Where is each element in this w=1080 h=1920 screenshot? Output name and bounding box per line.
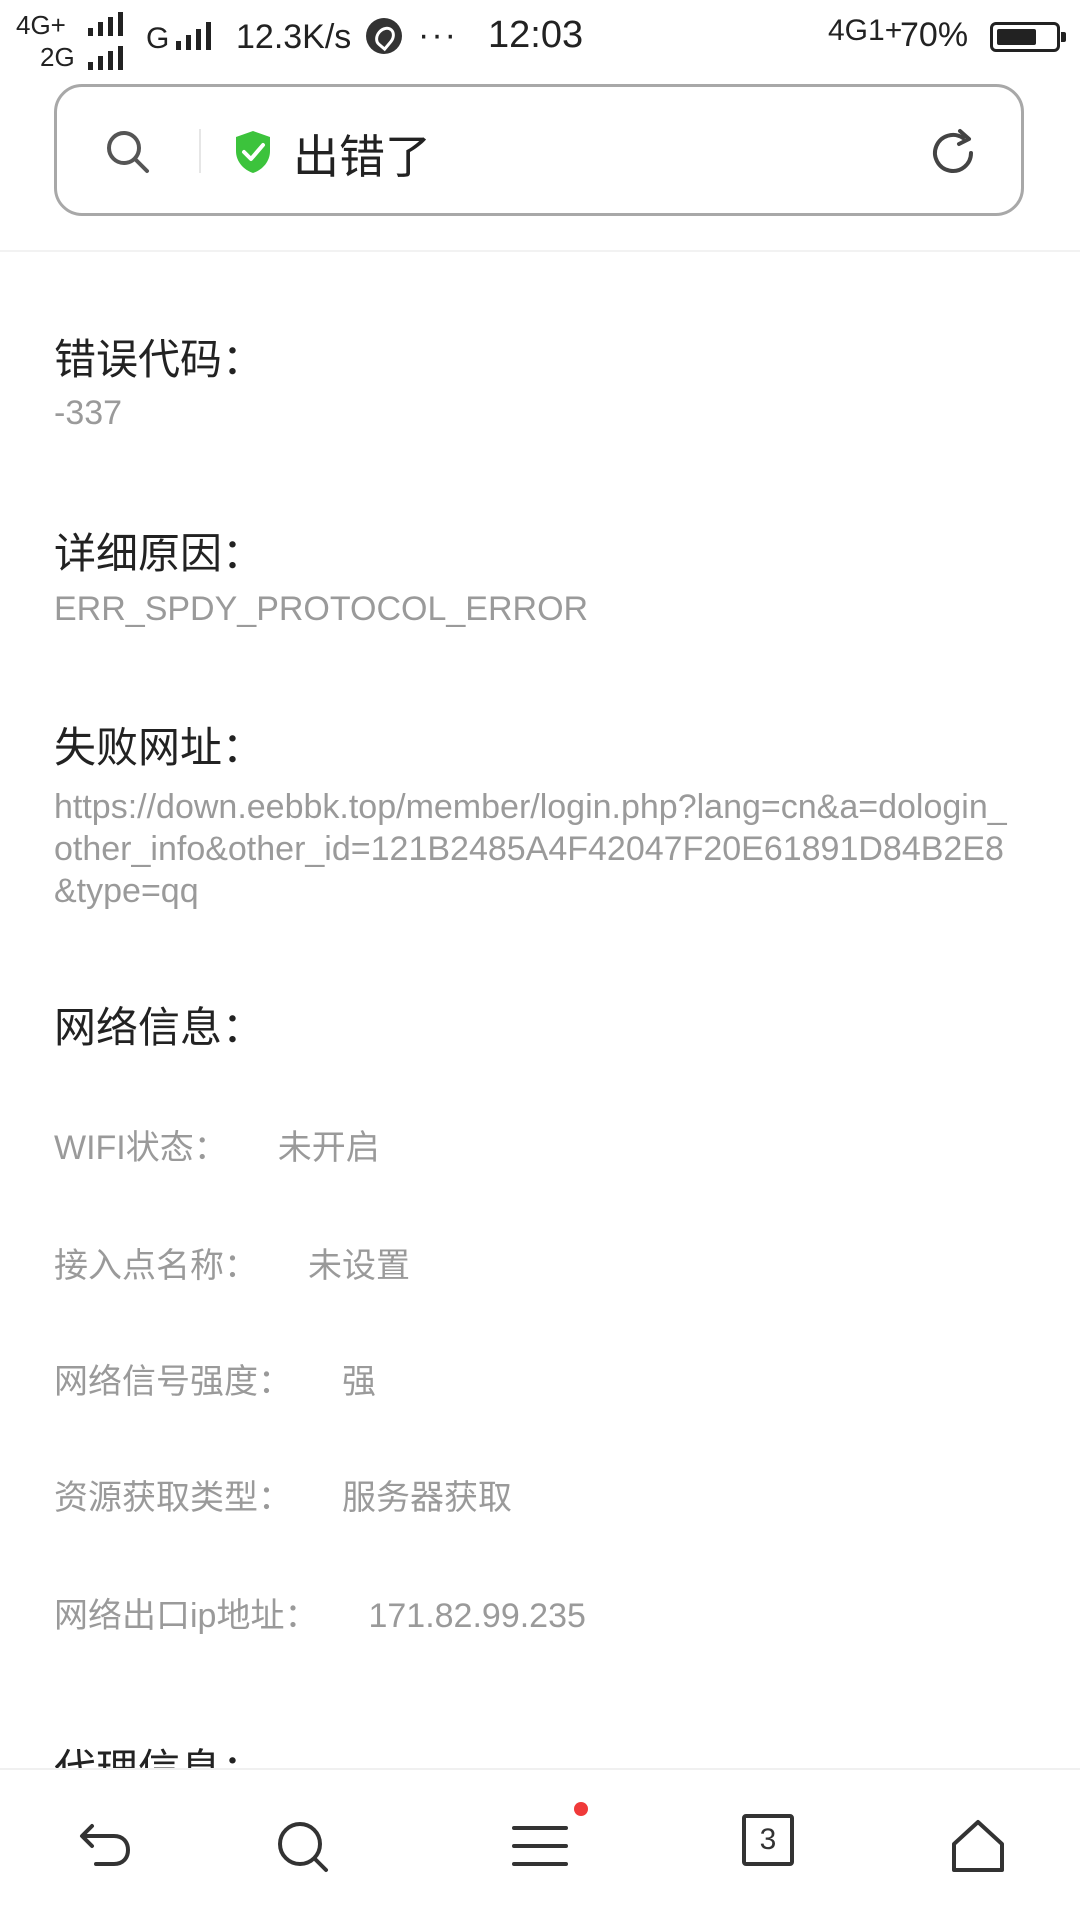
error-code-label: 错误代码： [54, 335, 265, 384]
network-info-row-value: 服务器获取 [342, 1479, 512, 1517]
battery-level [997, 29, 1036, 45]
network-info-row: 资源获取类型： 服务器获取 [54, 1470, 512, 1519]
header-separator [0, 250, 1080, 252]
network-info-row: 网络出口ip地址： 171.82.99.235 [54, 1588, 586, 1637]
address-divider [199, 129, 201, 173]
error-reason-label: 详细原因： [54, 529, 265, 578]
network-info-row-label: 网络出口ip地址： [54, 1597, 319, 1635]
network-info-row-label: 资源获取类型： [54, 1479, 292, 1517]
home-icon[interactable] [946, 1814, 1010, 1878]
menu-icon[interactable] [508, 1814, 572, 1878]
network-info-row: 接入点名称： 未设置 [54, 1238, 410, 1287]
status-bar: 4G+ 2G G 12.3K/s ··· 12:03 4G1+ 70% [0, 0, 1080, 78]
failed-url-value: https://down.eebbk.top/member/login.php?… [54, 788, 1007, 910]
battery-nub [1061, 32, 1066, 42]
app-notification-icon [366, 18, 402, 54]
tab-count-badge[interactable]: 3 [742, 1814, 794, 1866]
network-info-row: WIFI状态： 未开启 [54, 1120, 380, 1169]
network-info-label: 网络信息： [54, 1003, 265, 1052]
network-type-right: 4G1+ [828, 14, 903, 47]
network-info-row-value: 强 [342, 1363, 376, 1401]
signal-bars-icon [88, 46, 123, 70]
tabs-button[interactable]: 3 [742, 1814, 806, 1878]
signal-bars-icon [88, 12, 123, 36]
network-info-row-label: 网络信号强度： [54, 1363, 292, 1401]
page-title[interactable]: 出错了 [293, 121, 431, 187]
search-icon[interactable] [103, 127, 151, 175]
more-notifications-icon: ··· [418, 16, 458, 54]
signal-bars-icon [176, 22, 211, 50]
error-code-value: -337 [54, 394, 123, 432]
failed-url-label: 失败网址： [54, 723, 265, 772]
network-speed: 12.3K/s [236, 18, 352, 56]
network-type-primary: 4G+ [16, 10, 66, 40]
network-info-row-value: 未开启 [277, 1129, 380, 1167]
reload-icon[interactable] [927, 127, 979, 179]
battery-percentage: 70% [900, 16, 969, 54]
network-info-row-label: WIFI状态： [54, 1129, 228, 1167]
network-info-row-value: 未设置 [308, 1247, 410, 1285]
notification-dot-icon [574, 1802, 588, 1816]
search-icon[interactable] [270, 1814, 334, 1878]
network-info-row-value: 171.82.99.235 [368, 1597, 586, 1635]
back-icon[interactable] [70, 1814, 134, 1878]
security-shield-icon[interactable] [233, 129, 273, 175]
network-type-secondary: 2G [40, 42, 75, 72]
network-type-g: G [146, 22, 170, 55]
bottom-navigation: 3 [0, 1768, 1080, 1920]
network-info-row-label: 接入点名称： [54, 1247, 258, 1285]
battery-icon [990, 22, 1066, 52]
network-indicator: 4G+ 2G [16, 8, 136, 72]
clock: 12:03 [488, 14, 584, 56]
error-reason-value: ERR_SPDY_PROTOCOL_ERROR [54, 590, 589, 628]
network-info-row: 网络信号强度： 强 [54, 1354, 376, 1403]
address-bar[interactable]: 出错了 [54, 84, 1024, 216]
